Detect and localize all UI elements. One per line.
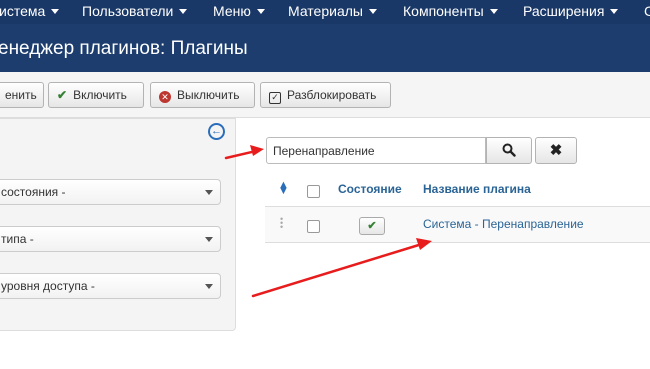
chevron-down-icon	[51, 9, 60, 14]
chevron-down-icon	[205, 237, 213, 242]
menu-system-label: истема	[0, 3, 46, 19]
menu-menus[interactable]: Меню	[213, 3, 265, 19]
chevron-down-icon	[179, 9, 188, 14]
annotation-arrow-plugin	[251, 238, 432, 298]
menu-content-label: Материалы	[288, 3, 363, 19]
sort-icon[interactable]: ▲ ▼	[278, 180, 289, 197]
filter-type-value: типа -	[1, 232, 34, 246]
filter-access-value: уровня доступа -	[1, 279, 95, 293]
plugin-name-link[interactable]: Система - Перенаправление	[423, 217, 584, 231]
menu-users-label: Пользователи	[82, 3, 174, 19]
edit-button-label: енить	[5, 88, 37, 102]
chevron-down-icon	[205, 284, 213, 289]
column-header-state[interactable]: Состояние	[338, 182, 402, 196]
select-all-checkbox[interactable]	[307, 185, 320, 198]
menu-extensions[interactable]: Расширения	[523, 3, 619, 19]
disable-button-label: Выключить	[177, 88, 240, 102]
menu-components[interactable]: Компоненты	[403, 3, 498, 19]
close-icon: ✖	[549, 142, 563, 159]
chevron-down-icon	[489, 9, 498, 14]
filter-type-select[interactable]: типа -	[0, 226, 221, 252]
edit-button[interactable]: енить	[0, 82, 44, 108]
search-input[interactable]	[266, 137, 486, 164]
enable-button[interactable]: ✔ Включить	[48, 82, 144, 108]
chevron-down-icon	[256, 9, 265, 14]
filter-state-select[interactable]: состояния -	[0, 179, 221, 205]
filter-access-select[interactable]: уровня доступа -	[0, 273, 221, 299]
menu-components-label: Компоненты	[403, 3, 484, 19]
disable-icon: ✕	[159, 91, 171, 103]
top-navbar: истема Пользователи Меню Материалы Компо…	[0, 0, 650, 24]
menu-help[interactable]: С	[644, 3, 650, 19]
menu-extensions-label: Расширения	[523, 3, 605, 19]
column-header-name[interactable]: Название плагина	[423, 182, 531, 196]
menu-system[interactable]: истема	[0, 3, 60, 19]
menu-users[interactable]: Пользователи	[82, 3, 188, 19]
search-button[interactable]	[486, 137, 532, 164]
search-icon	[502, 143, 516, 157]
disable-button[interactable]: ✕ Выключить	[150, 82, 255, 108]
checkbox-icon: ✓	[269, 92, 281, 104]
page-header: енеджер плагинов: Плагины	[0, 24, 650, 72]
filter-state-value: состояния -	[1, 185, 66, 199]
arrow-left-circle-icon[interactable]: ←	[208, 123, 225, 140]
state-enabled-toggle[interactable]: ✔	[359, 217, 385, 235]
clear-search-button[interactable]: ✖	[535, 137, 577, 164]
unlock-button-label: Разблокировать	[287, 88, 377, 102]
page-title: енеджер плагинов: Плагины	[0, 38, 248, 59]
toolbar: енить ✔ Включить ✕ Выключить ✓ Разблокирова…	[0, 72, 650, 118]
chevron-down-icon	[205, 190, 213, 195]
menu-content[interactable]: Материалы	[288, 3, 377, 19]
unlock-button[interactable]: ✓ Разблокировать	[260, 82, 391, 108]
row-checkbox[interactable]	[307, 220, 320, 233]
menu-help-label: С	[644, 3, 650, 19]
chevron-down-icon	[368, 9, 377, 14]
filter-sidebar	[0, 118, 236, 331]
menu-menus-label: Меню	[213, 3, 251, 19]
drag-handle-icon[interactable]: • • •	[280, 215, 283, 232]
check-icon: ✔	[57, 88, 68, 102]
enable-button-label: Включить	[73, 88, 127, 102]
chevron-down-icon	[610, 9, 619, 14]
check-icon: ✔	[367, 220, 377, 232]
